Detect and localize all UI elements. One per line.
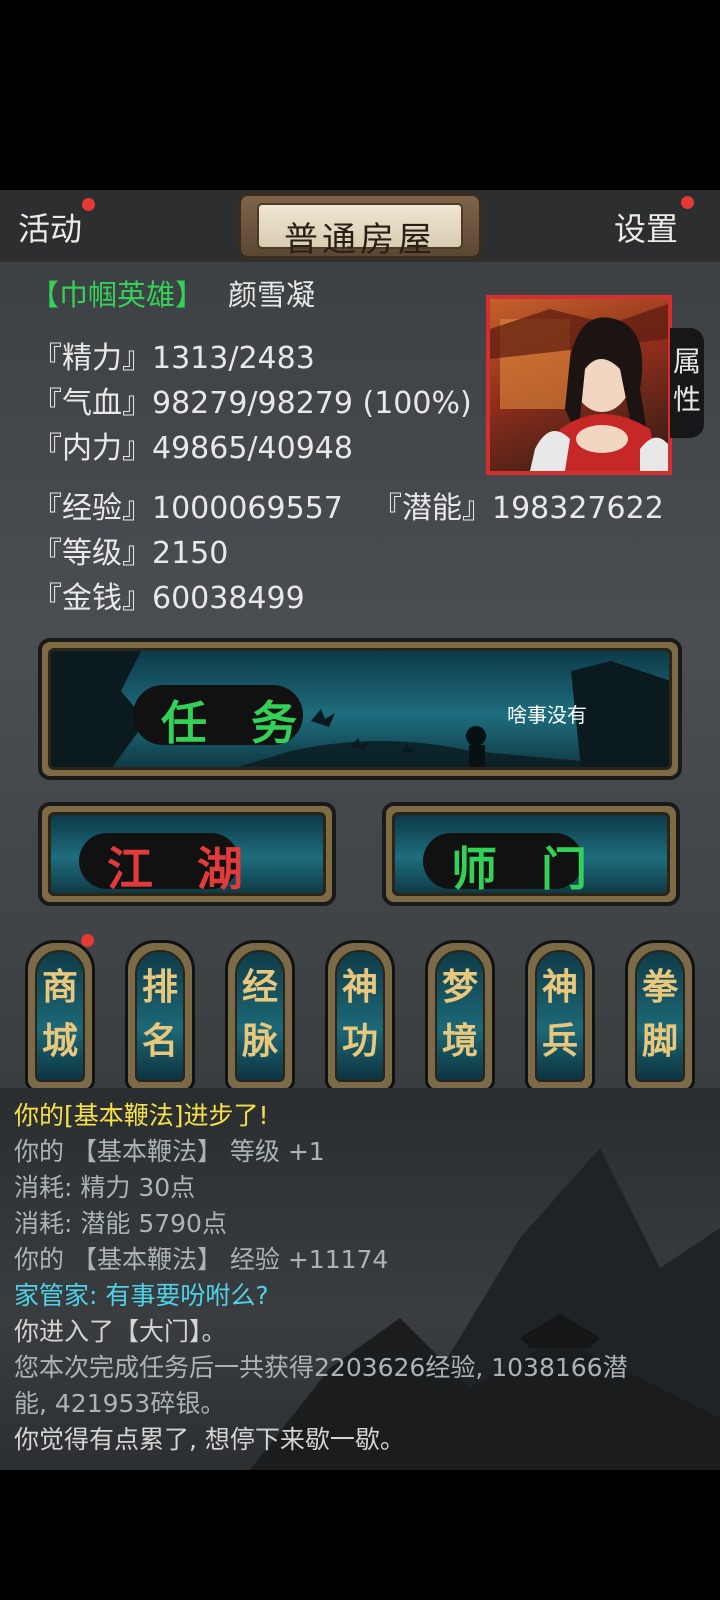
menu-fist-label: 拳脚 [642,966,679,1062]
stat-health: 『气血』98279/98279 (100%) [32,386,472,421]
log-line: 你进入了【大门】。 [14,1317,227,1346]
log-line: 能, 421953碎银。 [14,1389,226,1418]
shop-notification-dot [81,934,94,947]
log-line: 你的 【基本鞭法】 等级 +1 [14,1137,325,1166]
shimen-button[interactable]: 师 门 [382,802,680,906]
stat-inner-power: 『内力』49865/40948 [32,431,353,466]
stat-experience: 『经验』1000069557 [32,491,343,526]
jianghu-label: 江 湖 [107,842,258,896]
settings-notification-dot [681,196,694,209]
quest-button[interactable]: 任 务 啥事没有 [38,638,682,780]
menu-fist-button[interactable]: 拳脚 [625,940,695,1092]
location-title-plate: 普通房屋 [238,193,482,260]
log-line: 你的[基本鞭法]进步了! [14,1101,269,1130]
menu-meridian-button[interactable]: 经脉 [225,940,295,1092]
message-log[interactable]: 你的[基本鞭法]进步了! 你的 【基本鞭法】 等级 +1 消耗: 精力 30点 … [0,1088,720,1470]
stat-stamina: 『精力』1313/2483 [32,341,315,376]
menu-divine-skill-label: 神功 [342,966,379,1062]
settings-button[interactable]: 设置 [614,204,678,250]
quest-label: 任 务 [161,696,312,750]
log-line: 消耗: 潜能 5790点 [14,1209,227,1238]
menu-divine-skill-button[interactable]: 神功 [325,940,395,1092]
portrait-art [490,304,668,471]
jianghu-button[interactable]: 江 湖 [38,802,336,906]
location-title: 普通房屋 [284,220,436,260]
menu-dream-label: 梦境 [442,966,479,1062]
game-screen: 活动 普通房屋 设置 【巾帼英雄】 颜雪凝 『精力』1313/2483 『气血』… [0,190,720,1470]
character-name: 颜雪凝 [228,278,316,312]
log-line: 家管家: 有事要吩咐么? [14,1281,269,1310]
log-line: 您本次完成任务后一共获得2203626经验, 1038166潜 [14,1353,628,1382]
activity-button[interactable]: 活动 [18,204,82,250]
stat-potential: 『潜能』198327622 [372,491,664,526]
top-bar: 活动 普通房屋 设置 [0,190,720,262]
stat-money: 『金钱』60038499 [32,581,305,616]
menu-dream-button[interactable]: 梦境 [425,940,495,1092]
log-line: 你觉得有点累了, 想停下来歇一歇。 [14,1425,405,1454]
attributes-tab-label: 属性 [672,345,701,416]
menu-shop-button[interactable]: 商城 [25,934,95,1092]
menu-divine-weapon-button[interactable]: 神兵 [525,940,595,1092]
character-portrait[interactable] [486,295,672,475]
menu-shop-label: 商城 [42,966,79,1062]
character-title: 【巾帼英雄】 [30,278,205,312]
menu-ranking-button[interactable]: 排名 [125,940,195,1092]
log-line: 消耗: 精力 30点 [14,1173,196,1202]
stat-level: 『等级』2150 [32,536,229,571]
log-line: 你的 【基本鞭法】 经验 +11174 [14,1245,389,1274]
shimen-label: 师 门 [451,842,602,896]
menu-divine-weapon-label: 神兵 [542,966,579,1062]
menu-ranking-label: 排名 [142,966,179,1062]
quest-status: 啥事没有 [507,703,587,727]
activity-notification-dot [82,198,95,211]
menu-meridian-label: 经脉 [242,966,279,1062]
